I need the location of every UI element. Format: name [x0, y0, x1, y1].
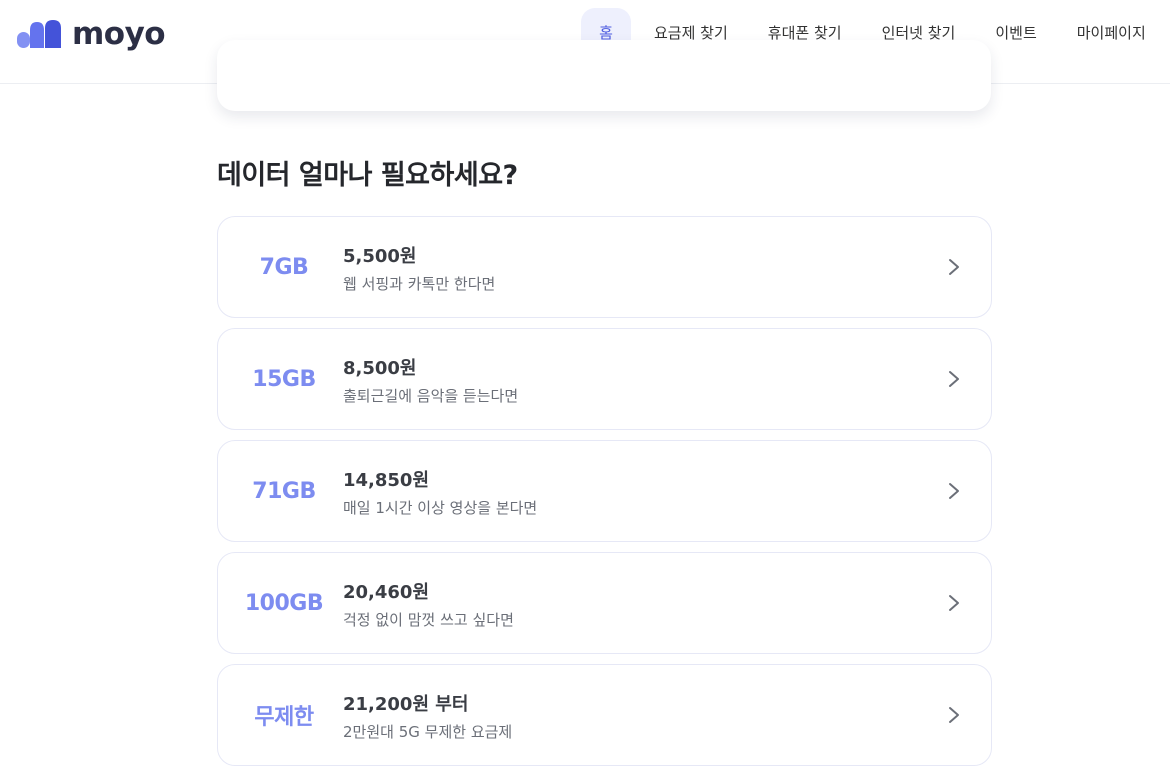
nav-mypage[interactable]: 마이페이지	[1077, 8, 1146, 59]
plan-data-size: 71GB	[252, 478, 316, 504]
plan-description: 2만원대 5G 무제한 요금제	[343, 723, 513, 741]
plan-description: 웹 서핑과 카톡만 한다면	[343, 275, 496, 293]
moyo-logo[interactable]: moyo	[16, 16, 166, 52]
plan-card-7gb[interactable]: 7GB 5,500원 웹 서핑과 카톡만 한다면	[217, 216, 992, 318]
plan-card-15gb[interactable]: 15GB 8,500원 출퇴근길에 음악을 듣는다면	[217, 328, 992, 430]
plan-card-100gb[interactable]: 100GB 20,460원 걱정 없이 맘껏 쓰고 싶다면	[217, 552, 992, 654]
plan-description: 출퇴근길에 음악을 듣는다면	[343, 387, 519, 405]
plan-price: 20,460원	[343, 582, 430, 603]
plan-data-size: 100GB	[244, 590, 324, 616]
chevron-right-icon	[949, 595, 959, 611]
chevron-right-icon	[949, 707, 959, 723]
plan-card-unlimited[interactable]: 무제한 21,200원 부터 2만원대 5G 무제한 요금제	[217, 664, 992, 766]
plan-price: 8,500원	[343, 358, 417, 379]
plan-data-size: 15GB	[252, 366, 316, 392]
previous-section-card	[217, 40, 991, 111]
plan-price: 21,200원 부터	[343, 694, 469, 715]
plan-data-size: 7GB	[259, 254, 309, 280]
plan-description: 걱정 없이 맘껏 쓰고 싶다면	[343, 611, 514, 629]
logo-text: moyo	[72, 16, 166, 52]
plan-price: 14,850원	[343, 470, 430, 491]
chevron-right-icon	[949, 371, 959, 387]
plan-description: 매일 1시간 이상 영상을 본다면	[343, 499, 538, 517]
section-title: 데이터 얼마나 필요하세요?	[217, 160, 518, 191]
plan-price: 5,500원	[343, 246, 417, 267]
plan-card-71gb[interactable]: 71GB 14,850원 매일 1시간 이상 영상을 본다면	[217, 440, 992, 542]
nav-event[interactable]: 이벤트	[995, 8, 1036, 59]
plan-data-size: 무제한	[254, 705, 314, 730]
moyo-logo-mark-icon	[17, 20, 61, 48]
chevron-right-icon	[949, 483, 959, 499]
data-plan-list: 7GB 5,500원 웹 서핑과 카톡만 한다면 15GB 8,500원 출퇴근…	[217, 216, 992, 776]
chevron-right-icon	[949, 259, 959, 275]
